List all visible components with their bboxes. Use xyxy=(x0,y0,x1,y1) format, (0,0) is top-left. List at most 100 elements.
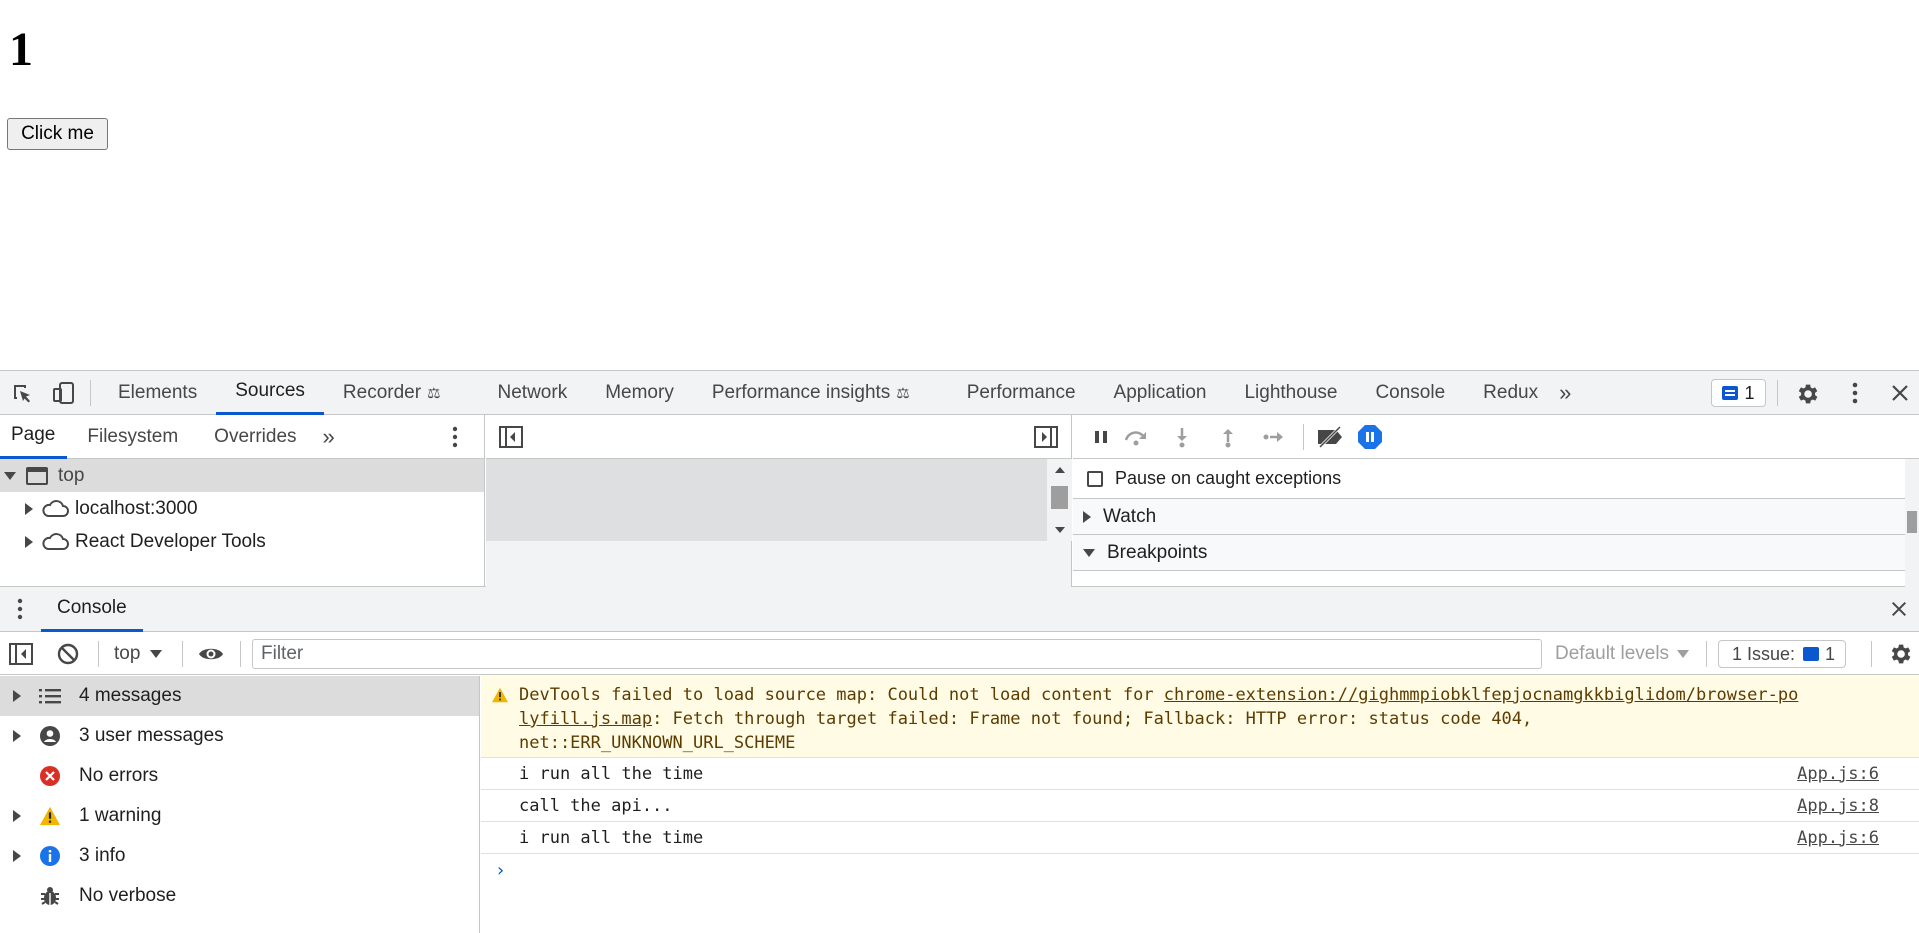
step-out-icon[interactable] xyxy=(1205,426,1251,448)
tree-item-top[interactable]: top xyxy=(0,459,484,492)
tab-filesystem[interactable]: Filesystem xyxy=(67,415,190,459)
sidebar-label: 3 info xyxy=(79,845,126,866)
tab-console[interactable]: Console xyxy=(1356,371,1464,415)
bug-icon xyxy=(39,885,61,907)
log-text: i run all the time xyxy=(519,827,704,848)
issue-count: 1 xyxy=(1744,382,1755,403)
tab-overrides[interactable]: Overrides xyxy=(190,415,308,459)
pause-on-exceptions-icon[interactable] xyxy=(1350,424,1390,450)
tree-item-react-devtools[interactable]: React Developer Tools xyxy=(0,525,484,558)
chevron-right-icon[interactable] xyxy=(13,850,21,862)
close-drawer-icon[interactable] xyxy=(1890,600,1908,618)
tab-redux[interactable]: Redux xyxy=(1464,371,1557,415)
tab-lighthouse[interactable]: Lighthouse xyxy=(1225,371,1356,415)
source-link[interactable]: App.js:6 xyxy=(1797,828,1879,848)
sidebar-item-errors[interactable]: No errors xyxy=(0,756,479,796)
warning-text: DevTools failed to load source map: Coul… xyxy=(519,685,1164,705)
inspect-element-icon[interactable] xyxy=(10,381,34,405)
console-filter-input[interactable]: Filter xyxy=(252,639,1542,669)
clear-console-icon[interactable] xyxy=(56,642,80,666)
chevron-right-icon[interactable] xyxy=(13,810,21,822)
click-me-button[interactable]: Click me xyxy=(7,118,108,150)
tab-label: Redux xyxy=(1483,381,1539,403)
source-map-link[interactable]: lyfill.js.map xyxy=(519,709,652,729)
chevron-down-icon[interactable] xyxy=(1083,548,1095,557)
flask-icon: ⚖ xyxy=(896,384,910,402)
log-text: call the api... xyxy=(519,795,673,816)
toolbar-divider xyxy=(90,379,91,406)
sidebar-item-warnings[interactable]: 1 warning xyxy=(0,796,479,836)
source-link[interactable]: App.js:8 xyxy=(1797,796,1879,816)
source-map-link[interactable]: chrome-extension://gighmmpiobklfepjocnam… xyxy=(1164,685,1799,705)
show-sidebar-icon[interactable] xyxy=(9,643,33,665)
tab-page[interactable]: Page xyxy=(0,415,68,459)
step-icon[interactable] xyxy=(1251,429,1297,445)
issues-badge-button[interactable]: 1 xyxy=(1711,379,1766,407)
tree-item-localhost[interactable]: localhost:3000 xyxy=(0,492,484,525)
console-sidebar: 4 messages 3 user messages No errors 1 w… xyxy=(0,676,480,933)
toggle-debugger-icon[interactable] xyxy=(1034,426,1058,448)
editor-toolbar xyxy=(486,415,1071,459)
counter-heading: 1 xyxy=(9,23,33,76)
tab-application[interactable]: Application xyxy=(1095,371,1226,415)
step-over-icon[interactable] xyxy=(1113,427,1159,447)
sidebar-item-info[interactable]: 3 info xyxy=(0,836,479,876)
watch-section[interactable]: Watch xyxy=(1073,499,1919,535)
debugger-scrollbar[interactable] xyxy=(1905,459,1919,587)
more-options-icon[interactable] xyxy=(448,425,462,449)
more-tabs-icon[interactable]: » xyxy=(1559,380,1571,406)
settings-gear-icon[interactable] xyxy=(1794,381,1820,407)
sidebar-item-verbose[interactable]: No verbose xyxy=(0,876,479,916)
info-icon xyxy=(39,845,61,867)
chevron-right-icon[interactable] xyxy=(1083,510,1091,523)
more-options-icon[interactable] xyxy=(1845,381,1865,405)
chevron-down-icon[interactable] xyxy=(4,471,16,480)
chevron-right-icon[interactable] xyxy=(13,730,21,742)
toolbar-divider xyxy=(240,641,241,667)
pause-on-caught-exceptions-row[interactable]: Pause on caught exceptions xyxy=(1073,459,1919,499)
tab-elements[interactable]: Elements xyxy=(99,371,216,415)
toggle-navigator-icon[interactable] xyxy=(499,426,523,448)
drawer-menu-icon[interactable] xyxy=(16,597,24,621)
tab-label: Console xyxy=(57,597,127,618)
chevron-down-icon xyxy=(150,649,163,658)
tree-label: localhost:3000 xyxy=(75,497,198,519)
live-expression-eye-icon[interactable] xyxy=(197,644,225,664)
tab-network[interactable]: Network xyxy=(460,371,587,415)
toolbar-divider xyxy=(98,641,99,667)
context-selector[interactable]: top xyxy=(114,632,163,675)
tab-sources[interactable]: Sources xyxy=(216,371,324,415)
editor-scrollbar[interactable] xyxy=(1047,459,1072,541)
tab-performance[interactable]: Performance xyxy=(929,371,1095,415)
chevron-right-icon[interactable] xyxy=(25,502,33,515)
tab-performance-insights[interactable]: Performance insights ⚖ xyxy=(693,371,929,415)
source-link[interactable]: App.js:6 xyxy=(1797,764,1879,784)
chevron-right-icon[interactable] xyxy=(13,690,21,702)
deactivate-breakpoints-icon[interactable] xyxy=(1310,425,1350,448)
log-levels-dropdown[interactable]: Default levels xyxy=(1555,632,1690,675)
tab-label: Performance xyxy=(966,381,1076,403)
pause-on-caught-checkbox[interactable] xyxy=(1087,470,1103,487)
chevron-right-icon[interactable] xyxy=(25,535,33,548)
tab-memory[interactable]: Memory xyxy=(586,371,693,415)
tree-label: React Developer Tools xyxy=(75,530,266,552)
warning-message: DevTools failed to load source map: Coul… xyxy=(481,676,1919,758)
sidebar-label: 3 user messages xyxy=(79,725,224,746)
warning-icon xyxy=(39,805,61,827)
console-issues-button[interactable]: 1 Issue: 1 xyxy=(1718,640,1847,668)
device-toolbar-icon[interactable] xyxy=(52,381,76,405)
breakpoints-section[interactable]: Breakpoints xyxy=(1073,535,1919,571)
console-settings-gear-icon[interactable] xyxy=(1887,641,1913,667)
console-prompt[interactable]: › xyxy=(481,854,1919,886)
step-into-icon[interactable] xyxy=(1159,426,1205,448)
drawer-tab-console[interactable]: Console xyxy=(41,587,143,632)
more-tabs-icon[interactable]: » xyxy=(323,424,335,450)
tab-recorder[interactable]: Recorder ⚖ xyxy=(324,371,460,415)
pause-icon[interactable] xyxy=(1089,429,1113,445)
close-devtools-icon[interactable] xyxy=(1890,383,1910,403)
tab-label: Console xyxy=(1375,381,1446,403)
sidebar-item-user-messages[interactable]: 3 user messages xyxy=(0,716,479,756)
sidebar-item-messages[interactable]: 4 messages xyxy=(0,676,479,716)
sidebar-label: No errors xyxy=(79,765,159,786)
warning-icon xyxy=(491,686,509,710)
